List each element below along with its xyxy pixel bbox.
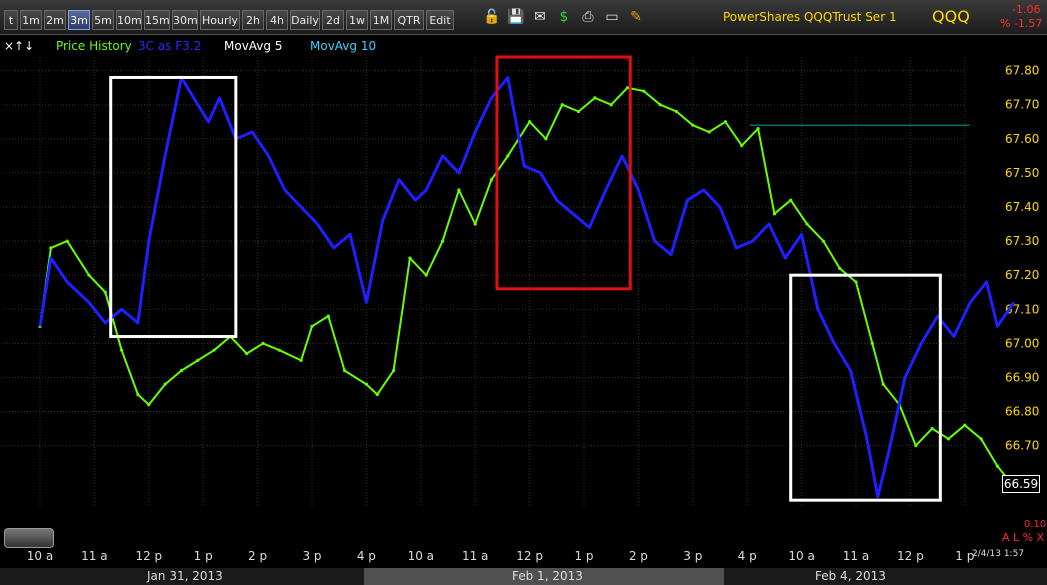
- price-series-line: [39, 86, 1015, 488]
- price-point: [740, 144, 744, 148]
- price-point: [179, 369, 184, 373]
- price-point: [995, 464, 1000, 468]
- x-tick-label: 11 a: [462, 549, 488, 563]
- y-tick-label: 67.70: [1005, 98, 1039, 112]
- x-tick-label: 3 p: [683, 549, 702, 563]
- y-tick-label: 66.70: [1005, 439, 1039, 453]
- date-label-jan31: Jan 31, 2013: [147, 569, 223, 583]
- price-point: [821, 239, 825, 243]
- x-tick-label: 12 p: [897, 549, 924, 563]
- price-point: [65, 239, 69, 243]
- price-point: [544, 137, 548, 141]
- x-tick-label: 12 p: [135, 549, 162, 563]
- last-price-label: 66.59: [1002, 475, 1040, 493]
- price-point: [609, 103, 613, 107]
- y-tick-label: 67.40: [1005, 200, 1039, 214]
- price-point: [914, 444, 918, 448]
- x-tick-label: 4 p: [357, 549, 376, 563]
- price-point: [196, 358, 200, 363]
- price-point: [946, 437, 951, 441]
- price-point: [593, 96, 597, 100]
- percent-value: 0.10: [1024, 519, 1047, 530]
- price-point: [424, 273, 428, 277]
- price-point: [87, 273, 91, 277]
- indicator-3c-line: [38, 76, 1016, 499]
- price-point: [881, 382, 885, 386]
- y-tick-label: 67.50: [1005, 166, 1039, 180]
- price-point: [930, 426, 934, 431]
- price-point: [147, 403, 151, 407]
- price-point: [261, 341, 265, 345]
- x-tick-label: 2 p: [629, 549, 648, 563]
- x-tick-label: 10 a: [27, 549, 53, 563]
- price-point: [625, 86, 630, 90]
- y-tick-label: 67.00: [1005, 336, 1039, 350]
- axis-controls[interactable]: A L % X: [1002, 531, 1044, 544]
- price-point: [49, 246, 53, 250]
- y-tick-label: 67.20: [1005, 268, 1039, 282]
- price-point: [805, 222, 809, 226]
- y-tick-label: 67.60: [1005, 132, 1039, 146]
- price-point: [326, 314, 330, 318]
- price-point: [560, 103, 564, 107]
- price-point: [245, 351, 249, 356]
- timestamp: 2/4/13 1:57: [972, 549, 1025, 559]
- price-point: [136, 392, 140, 397]
- price-point: [375, 392, 379, 397]
- y-tick-label: 67.30: [1005, 234, 1039, 248]
- x-tick-label: 3 p: [302, 549, 321, 563]
- y-tick-label: 66.80: [1005, 405, 1039, 419]
- date-label-feb1: Feb 1, 2013: [512, 569, 583, 583]
- x-tick-label: 10 a: [408, 549, 434, 563]
- price-point: [691, 123, 695, 127]
- price-point: [674, 109, 679, 114]
- price-point: [642, 89, 646, 93]
- x-tick-label: 10 a: [788, 549, 814, 563]
- price-point: [658, 103, 662, 107]
- price-point: [364, 382, 368, 386]
- price-point: [979, 437, 983, 441]
- x-tick-label: 1 p: [194, 549, 213, 563]
- price-chart: 67.8067.7067.6067.5067.4067.3067.2067.10…: [3, 55, 1039, 563]
- price-point: [212, 348, 216, 352]
- price-point: [870, 341, 874, 345]
- scroll-handle[interactable]: [4, 528, 54, 548]
- price-point: [506, 154, 510, 158]
- x-tick-label: 4 p: [738, 549, 757, 563]
- price-point: [163, 382, 167, 386]
- price-point: [528, 120, 532, 124]
- x-tick-label: 12 p: [516, 549, 543, 563]
- y-tick-label: 67.80: [1005, 64, 1039, 78]
- x-tick-label: 1 p: [574, 549, 593, 563]
- price-point: [789, 198, 793, 202]
- price-point: [963, 423, 967, 427]
- price-point: [756, 126, 760, 131]
- price-point: [723, 120, 728, 124]
- price-point: [310, 324, 314, 328]
- x-tick-label: 2 p: [248, 549, 267, 563]
- price-point: [440, 239, 445, 243]
- price-point: [707, 130, 711, 134]
- price-point: [473, 222, 477, 226]
- price-point: [408, 256, 412, 260]
- price-point: [457, 188, 461, 192]
- price-point: [392, 369, 396, 373]
- price-point: [489, 178, 494, 182]
- price-point: [120, 348, 124, 352]
- price-point: [277, 348, 281, 352]
- price-point: [772, 212, 777, 216]
- price-point: [854, 280, 858, 284]
- price-point: [576, 109, 581, 114]
- price-point: [299, 358, 303, 363]
- price-point: [103, 290, 107, 294]
- price-point: [343, 369, 347, 373]
- date-label-feb4: Feb 4, 2013: [815, 569, 886, 583]
- x-tick-label: 11 a: [81, 549, 107, 563]
- x-tick-label: 11 a: [843, 549, 869, 563]
- price-point: [838, 266, 842, 270]
- y-tick-label: 66.90: [1005, 370, 1039, 384]
